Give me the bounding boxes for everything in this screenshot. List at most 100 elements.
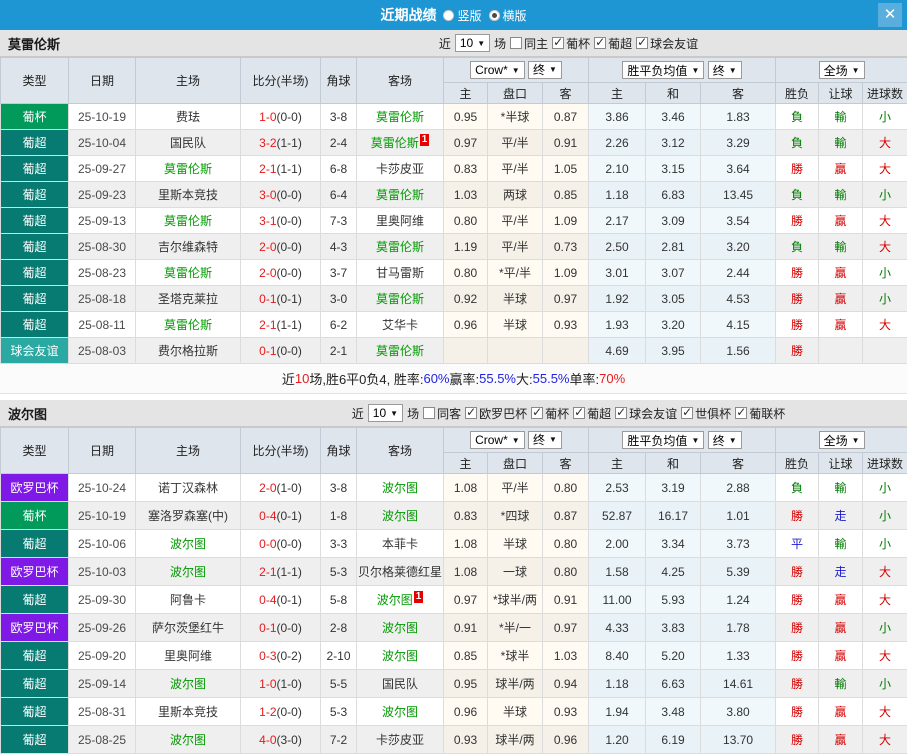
competition-cell: 葡超 <box>1 312 69 338</box>
competition-checkbox[interactable]: 球会友谊 <box>636 35 698 52</box>
half-time-score: (0-0) <box>277 240 302 254</box>
home-team-name: 阿鲁卡 <box>170 593 206 607</box>
avg-time-select[interactable]: 终▼ <box>708 61 742 79</box>
away-team-cell: 波尔图 <box>357 474 444 502</box>
date-cell: 25-10-04 <box>69 130 136 156</box>
home-team-name: 吉尔维森特 <box>158 240 218 254</box>
odds-time-select[interactable]: 终▼ <box>528 61 562 79</box>
match-row: 葡杯25-10-19塞洛罗森塞(中)0-4(0-1)1-8波尔图0.83*四球0… <box>1 502 907 530</box>
home-team-cell: 波尔图 <box>136 558 241 586</box>
full-time-score: 1-2 <box>259 705 276 719</box>
scope-select[interactable]: 全场▼ <box>819 61 865 79</box>
odds-away-cell: 0.85 <box>543 182 589 208</box>
competition-filter-list: 葡杯葡超 球会友谊 <box>552 35 698 52</box>
competition-checkbox[interactable]: 世俱杯 <box>681 405 731 422</box>
corners-cell: 5-3 <box>321 558 357 586</box>
date-cell: 25-10-19 <box>69 502 136 530</box>
near-label: 近 <box>352 405 364 422</box>
corners-cell: 7-2 <box>321 726 357 754</box>
col-handicap-result: 让球 <box>819 453 863 474</box>
summary-part: 55.5% <box>533 371 570 386</box>
odds-away-cell <box>543 338 589 364</box>
avg-draw-cell: 3.83 <box>646 614 701 642</box>
odds-away-cell: 0.80 <box>543 474 589 502</box>
summary-part: 大: <box>516 369 533 388</box>
avg-metric-select[interactable]: 胜平负均值▼ <box>622 61 704 79</box>
date-cell: 25-09-23 <box>69 182 136 208</box>
avg-time-select[interactable]: 终▼ <box>708 431 742 449</box>
avg-win-cell: 1.18 <box>589 182 646 208</box>
score-cell: 0-1(0-0) <box>241 614 321 642</box>
home-team-name: 里奥阿维 <box>164 649 212 663</box>
match-row: 葡杯25-10-19费珐1-0(0-0)3-8莫雷伦斯0.95*半球0.873.… <box>1 104 907 130</box>
competition-checkbox[interactable]: 葡超 <box>594 35 632 52</box>
corners-cell: 2-10 <box>321 642 357 670</box>
handicap-cell: 平/半 <box>488 474 543 502</box>
odds-time-select[interactable]: 终▼ <box>528 431 562 449</box>
col-result: 胜负 <box>776 453 819 474</box>
scope-select[interactable]: 全场▼ <box>819 431 865 449</box>
summary-part: 场,胜6平0负4, 胜率: <box>309 369 423 388</box>
home-team-cell: 吉尔维森特 <box>136 234 241 260</box>
avg-draw-cell: 3.12 <box>646 130 701 156</box>
match-row: 欧罗巴杯25-10-03波尔图2-1(1-1)5-3贝尔格莱德红星1.08一球0… <box>1 558 907 586</box>
avg-draw-cell: 16.17 <box>646 502 701 530</box>
home-team-cell: 阿鲁卡 <box>136 586 241 614</box>
score-cell: 2-0(1-0) <box>241 474 321 502</box>
competition-checkbox-label: 葡杯 <box>566 35 590 52</box>
corners-cell: 2-1 <box>321 338 357 364</box>
corners-cell: 2-8 <box>321 614 357 642</box>
close-button[interactable]: ✕ <box>878 3 902 27</box>
date-cell: 25-10-03 <box>69 558 136 586</box>
competition-checkbox[interactable]: 葡杯 <box>531 405 569 422</box>
competition-checkbox[interactable]: 欧罗巴杯 <box>465 405 527 422</box>
vertical-layout-option[interactable]: 竖版 <box>443 7 481 24</box>
same-venue-checkbox[interactable]: 同主 <box>510 35 548 52</box>
handicap-cell: 半球 <box>488 312 543 338</box>
away-team-cell: 波尔图 <box>357 698 444 726</box>
summary-part: 60% <box>423 371 449 386</box>
away-team-name: 国民队 <box>382 677 418 691</box>
full-time-score: 0-0 <box>259 537 276 551</box>
avg-lose-cell: 13.45 <box>701 182 776 208</box>
chevron-down-icon: ▼ <box>390 409 398 418</box>
away-team-cell: 莫雷伦斯 <box>357 286 444 312</box>
odds-company-select[interactable]: Crow*▼ <box>470 431 525 449</box>
avg-win-cell: 2.26 <box>589 130 646 156</box>
handicap-result-cell: 贏 <box>819 726 863 754</box>
competition-checkbox[interactable]: 葡超 <box>573 405 611 422</box>
score-cell: 1-0(1-0) <box>241 670 321 698</box>
col-avg-lose: 客 <box>701 453 776 474</box>
full-time-score: 4-0 <box>259 733 276 747</box>
col-result: 胜负 <box>776 83 819 104</box>
avg-win-cell: 1.93 <box>589 312 646 338</box>
competition-cell: 葡超 <box>1 182 69 208</box>
matches-label: 场 <box>407 405 419 422</box>
recent-count-select[interactable]: 10 ▼ <box>455 34 490 52</box>
half-time-score: (1-1) <box>277 318 302 332</box>
match-row: 欧罗巴杯25-09-26萨尔茨堡红牛0-1(0-0)2-8波尔图0.91*半/一… <box>1 614 907 642</box>
competition-checkbox[interactable]: 球会友谊 <box>615 405 677 422</box>
avg-metric-select[interactable]: 胜平负均值▼ <box>622 431 704 449</box>
horizontal-layout-option[interactable]: 横版 <box>489 7 527 24</box>
summary-part: 单率: <box>570 369 600 388</box>
competition-checkbox[interactable]: 葡联杯 <box>735 405 785 422</box>
handicap-cell: 平/半 <box>488 234 543 260</box>
competition-checkbox-label: 球会友谊 <box>650 35 698 52</box>
home-team-name: 国民队 <box>170 136 206 150</box>
near-label: 近 <box>439 35 451 52</box>
date-cell: 25-08-25 <box>69 726 136 754</box>
avg-lose-cell: 1.24 <box>701 586 776 614</box>
competition-checkbox[interactable]: 葡杯 <box>552 35 590 52</box>
result-cell: 勝 <box>776 502 819 530</box>
chevron-down-icon: ▼ <box>549 435 557 444</box>
same-venue-checkbox[interactable]: 同客 <box>423 405 461 422</box>
recent-count-select[interactable]: 10 ▼ <box>368 404 403 422</box>
checkbox-icon <box>573 407 585 419</box>
avg-win-cell: 4.33 <box>589 614 646 642</box>
col-handicap-result: 让球 <box>819 83 863 104</box>
home-team-name: 莫雷伦斯 <box>164 266 212 280</box>
odds-home-cell: 1.08 <box>444 558 488 586</box>
odds-home-cell: 0.95 <box>444 104 488 130</box>
odds-company-select[interactable]: Crow*▼ <box>470 61 525 79</box>
